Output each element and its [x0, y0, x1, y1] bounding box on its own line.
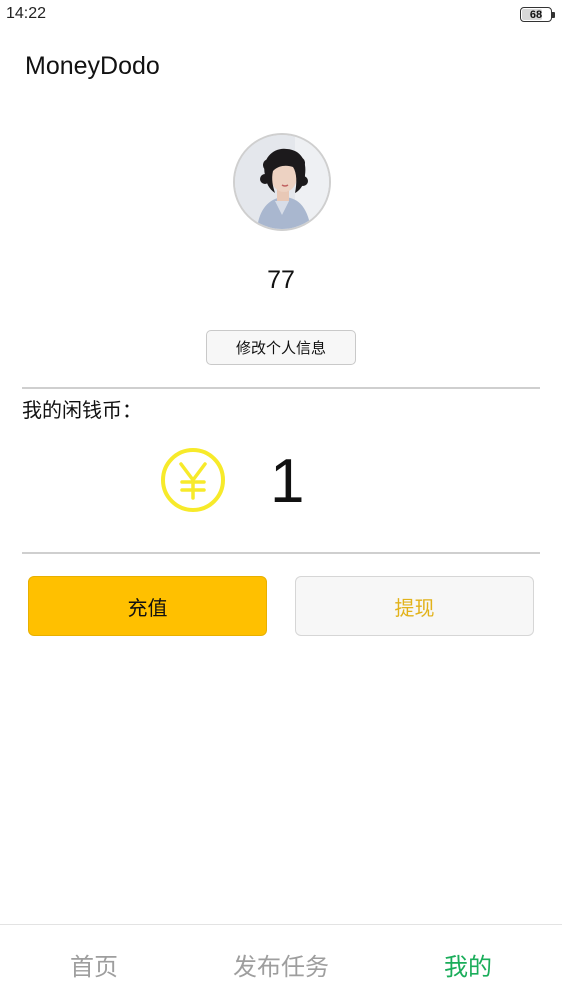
yen-coin-icon [160, 447, 226, 513]
divider [22, 387, 540, 389]
nav-item-publish-task[interactable]: 发布任务 [233, 947, 329, 982]
coin-balance-amount: 1 [270, 447, 305, 516]
coin-balance-label: 我的闲钱币： [22, 398, 142, 422]
battery-percent: 68 [529, 8, 543, 21]
status-time: 14:22 [6, 5, 47, 22]
app-title: MoneyDodo [25, 52, 160, 80]
avatar-photo [235, 135, 329, 229]
nav-item-home[interactable]: 首页 [70, 947, 118, 982]
battery-icon: 68 [520, 7, 555, 22]
avatar[interactable] [233, 133, 331, 231]
status-bar: 14:22 68 [0, 0, 562, 30]
nav-item-mine[interactable]: 我的 [444, 947, 492, 982]
edit-profile-button[interactable]: 修改个人信息 [206, 330, 356, 365]
username: 77 [267, 266, 295, 294]
divider [22, 552, 540, 554]
bottom-nav: 首页 发布任务 我的 [0, 924, 562, 1000]
recharge-button[interactable]: 充值 [28, 576, 267, 636]
withdraw-button[interactable]: 提现 [295, 576, 534, 636]
